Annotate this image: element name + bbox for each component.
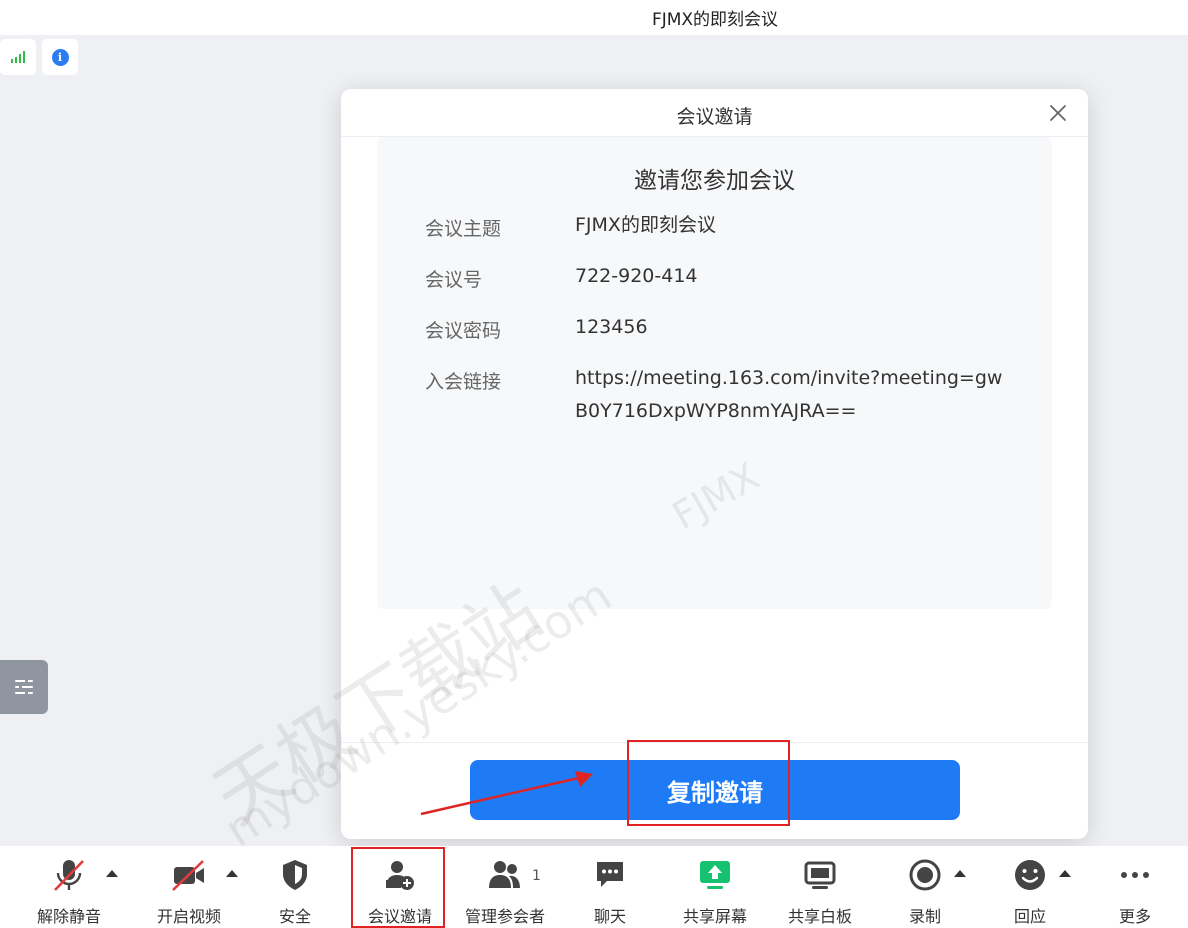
chat-button[interactable]: 聊天 — [555, 846, 665, 928]
unmute-label: 解除静音 — [36, 907, 101, 926]
share-screen-button[interactable]: 共享屏幕 — [660, 846, 770, 928]
manage-participants-label: 管理参会者 — [464, 907, 545, 926]
record-button[interactable]: 录制 — [870, 846, 980, 928]
invite-card: 邀请您参加会议 会议主题 FJMX的即刻会议 会议号 722-920-414 会… — [377, 137, 1052, 609]
reaction-label: 回应 — [1013, 907, 1046, 926]
dialog-title: 会议邀请 — [676, 106, 753, 128]
video-off-icon — [172, 860, 204, 891]
settings-sliders-icon — [15, 679, 33, 695]
share-whiteboard-button[interactable]: 共享白板 — [765, 846, 875, 928]
video-menu-caret[interactable] — [226, 870, 238, 877]
participants-icon — [489, 861, 520, 888]
smile-icon — [1015, 860, 1045, 890]
topic-label: 会议主题 — [425, 218, 502, 240]
record-label: 录制 — [908, 907, 941, 926]
meeting-id-value: 722-920-414 — [575, 265, 698, 287]
more-label: 更多 — [1118, 907, 1151, 926]
record-icon — [909, 859, 941, 891]
start-video-button[interactable]: 开启视频 — [134, 846, 244, 928]
network-status-button[interactable] — [0, 39, 36, 75]
invite-dialog: 会议邀请 邀请您参加会议 会议主题 FJMX的即刻会议 会议号 722-920-… — [341, 89, 1088, 839]
reaction-menu-caret[interactable] — [1059, 870, 1071, 877]
share-screen-icon — [700, 861, 730, 889]
topic-value: FJMX的即刻会议 — [575, 214, 716, 236]
mic-muted-icon — [54, 860, 84, 891]
more-button[interactable]: 更多 — [1080, 846, 1188, 928]
signal-bars-icon — [11, 51, 25, 63]
chat-icon — [597, 862, 623, 887]
more-icon — [1121, 872, 1149, 878]
manage-participants-button[interactable]: 1 管理参会者 — [450, 846, 560, 928]
join-link-label: 入会链接 — [425, 371, 502, 393]
meeting-invite-button[interactable]: 会议邀请 — [345, 846, 455, 928]
share-whiteboard-label: 共享白板 — [787, 907, 852, 926]
shield-icon — [283, 860, 307, 890]
dialog-header: 会议邀请 — [341, 89, 1088, 137]
annotation-arrow-icon — [420, 771, 593, 816]
start-video-label: 开启视频 — [156, 907, 221, 926]
meeting-id-label: 会议号 — [425, 269, 483, 291]
side-panel-toggle[interactable] — [0, 660, 48, 714]
join-link-value[interactable]: https://meeting.163.com/invite?meeting=g… — [575, 362, 1015, 428]
reaction-button[interactable]: 回应 — [975, 846, 1085, 928]
record-menu-caret[interactable] — [954, 870, 966, 877]
chat-label: 聊天 — [593, 907, 626, 926]
info-icon: i — [51, 48, 69, 66]
title-bar: FJMX的即刻会议 — [0, 0, 1188, 35]
unmute-menu-caret[interactable] — [106, 870, 118, 877]
meeting-invite-label: 会议邀请 — [367, 907, 432, 926]
password-value: 123456 — [575, 316, 648, 338]
password-label: 会议密码 — [425, 320, 502, 342]
invite-heading: 邀请您参加会议 — [634, 168, 795, 194]
share-screen-label: 共享屏幕 — [682, 907, 747, 926]
add-user-icon — [386, 861, 414, 890]
window-title: FJMX的即刻会议 — [651, 10, 779, 30]
unmute-button[interactable]: 解除静音 — [14, 846, 124, 928]
security-button[interactable]: 安全 — [240, 846, 350, 928]
meeting-toolbar: 解除静音 开启视频 安全 会议邀请 1 管理参会者 聊天 共享屏幕 共享白板 录… — [0, 846, 1188, 928]
meeting-info-button[interactable]: i — [42, 39, 78, 75]
participant-count: 1 — [532, 868, 541, 884]
whiteboard-icon — [804, 861, 836, 889]
close-icon[interactable] — [1046, 101, 1070, 125]
security-label: 安全 — [278, 907, 311, 926]
